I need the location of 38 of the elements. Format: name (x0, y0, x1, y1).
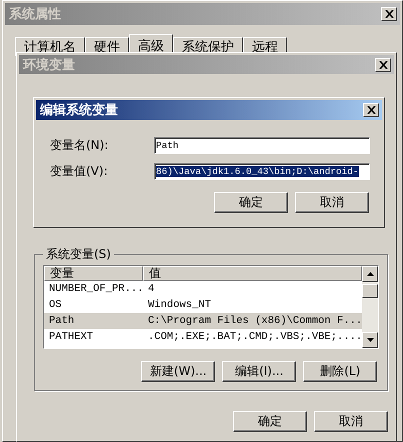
close-icon (384, 10, 394, 18)
input-field[interactable]: 86)\Java\jdk1.6.0_43\bin;D:\android- (154, 163, 370, 180)
close-button[interactable] (363, 103, 379, 117)
column-header[interactable]: 变量 (44, 266, 143, 281)
down-arrow-icon (366, 338, 374, 342)
list-cell-text: .COM;.EXE;.BAT;.CMD;.VBS;.VBE;.... (147, 331, 362, 343)
list-row[interactable]: Path C:\Program Files (x86)\Common F... (44, 313, 362, 329)
close-button[interactable] (381, 7, 397, 21)
scroll-thumb[interactable] (362, 284, 378, 298)
column-header[interactable]: 值 (143, 266, 362, 281)
list-cell-text: OS (48, 299, 63, 311)
dialog-button[interactable]: 取消 (314, 411, 388, 432)
list-cell-text: 4 (147, 283, 156, 295)
dialog-button[interactable]: 取消 (295, 192, 369, 213)
close-icon (366, 106, 376, 114)
list-cell-text: Path (48, 315, 76, 327)
input-field[interactable]: Path (154, 137, 370, 154)
list-cell-text: NUMBER_OF_PR... (48, 283, 143, 295)
close-button[interactable] (375, 58, 391, 72)
field-label: 变量名(N): (50, 137, 110, 154)
scroll-up-button[interactable] (362, 266, 378, 282)
window-title: 系统属性 (9, 6, 61, 23)
scrollbar[interactable] (362, 266, 378, 348)
up-arrow-icon (366, 272, 374, 276)
list-cell-text: Windows_NT (147, 299, 212, 311)
dialog-button[interactable]: 确定 (233, 411, 307, 432)
list-action-button[interactable]: 新建(W)... (141, 361, 216, 382)
list-action-button[interactable]: 编辑(I)... (222, 361, 296, 382)
dialog-button[interactable]: 确定 (214, 192, 288, 213)
window-title: 环境变量 (23, 56, 75, 74)
list-cell-text: PATHEXT (48, 331, 94, 343)
field-label: 变量值(V): (50, 163, 109, 180)
window-title: 编辑系统变量 (40, 102, 118, 119)
group-label: 系统变量(S) (45, 246, 112, 263)
close-icon (378, 60, 388, 68)
list-action-button[interactable]: 删除(L) (303, 361, 378, 382)
scroll-down-button[interactable] (362, 332, 378, 348)
list-cell-text: C:\Program Files (x86)\Common F... (147, 315, 362, 327)
